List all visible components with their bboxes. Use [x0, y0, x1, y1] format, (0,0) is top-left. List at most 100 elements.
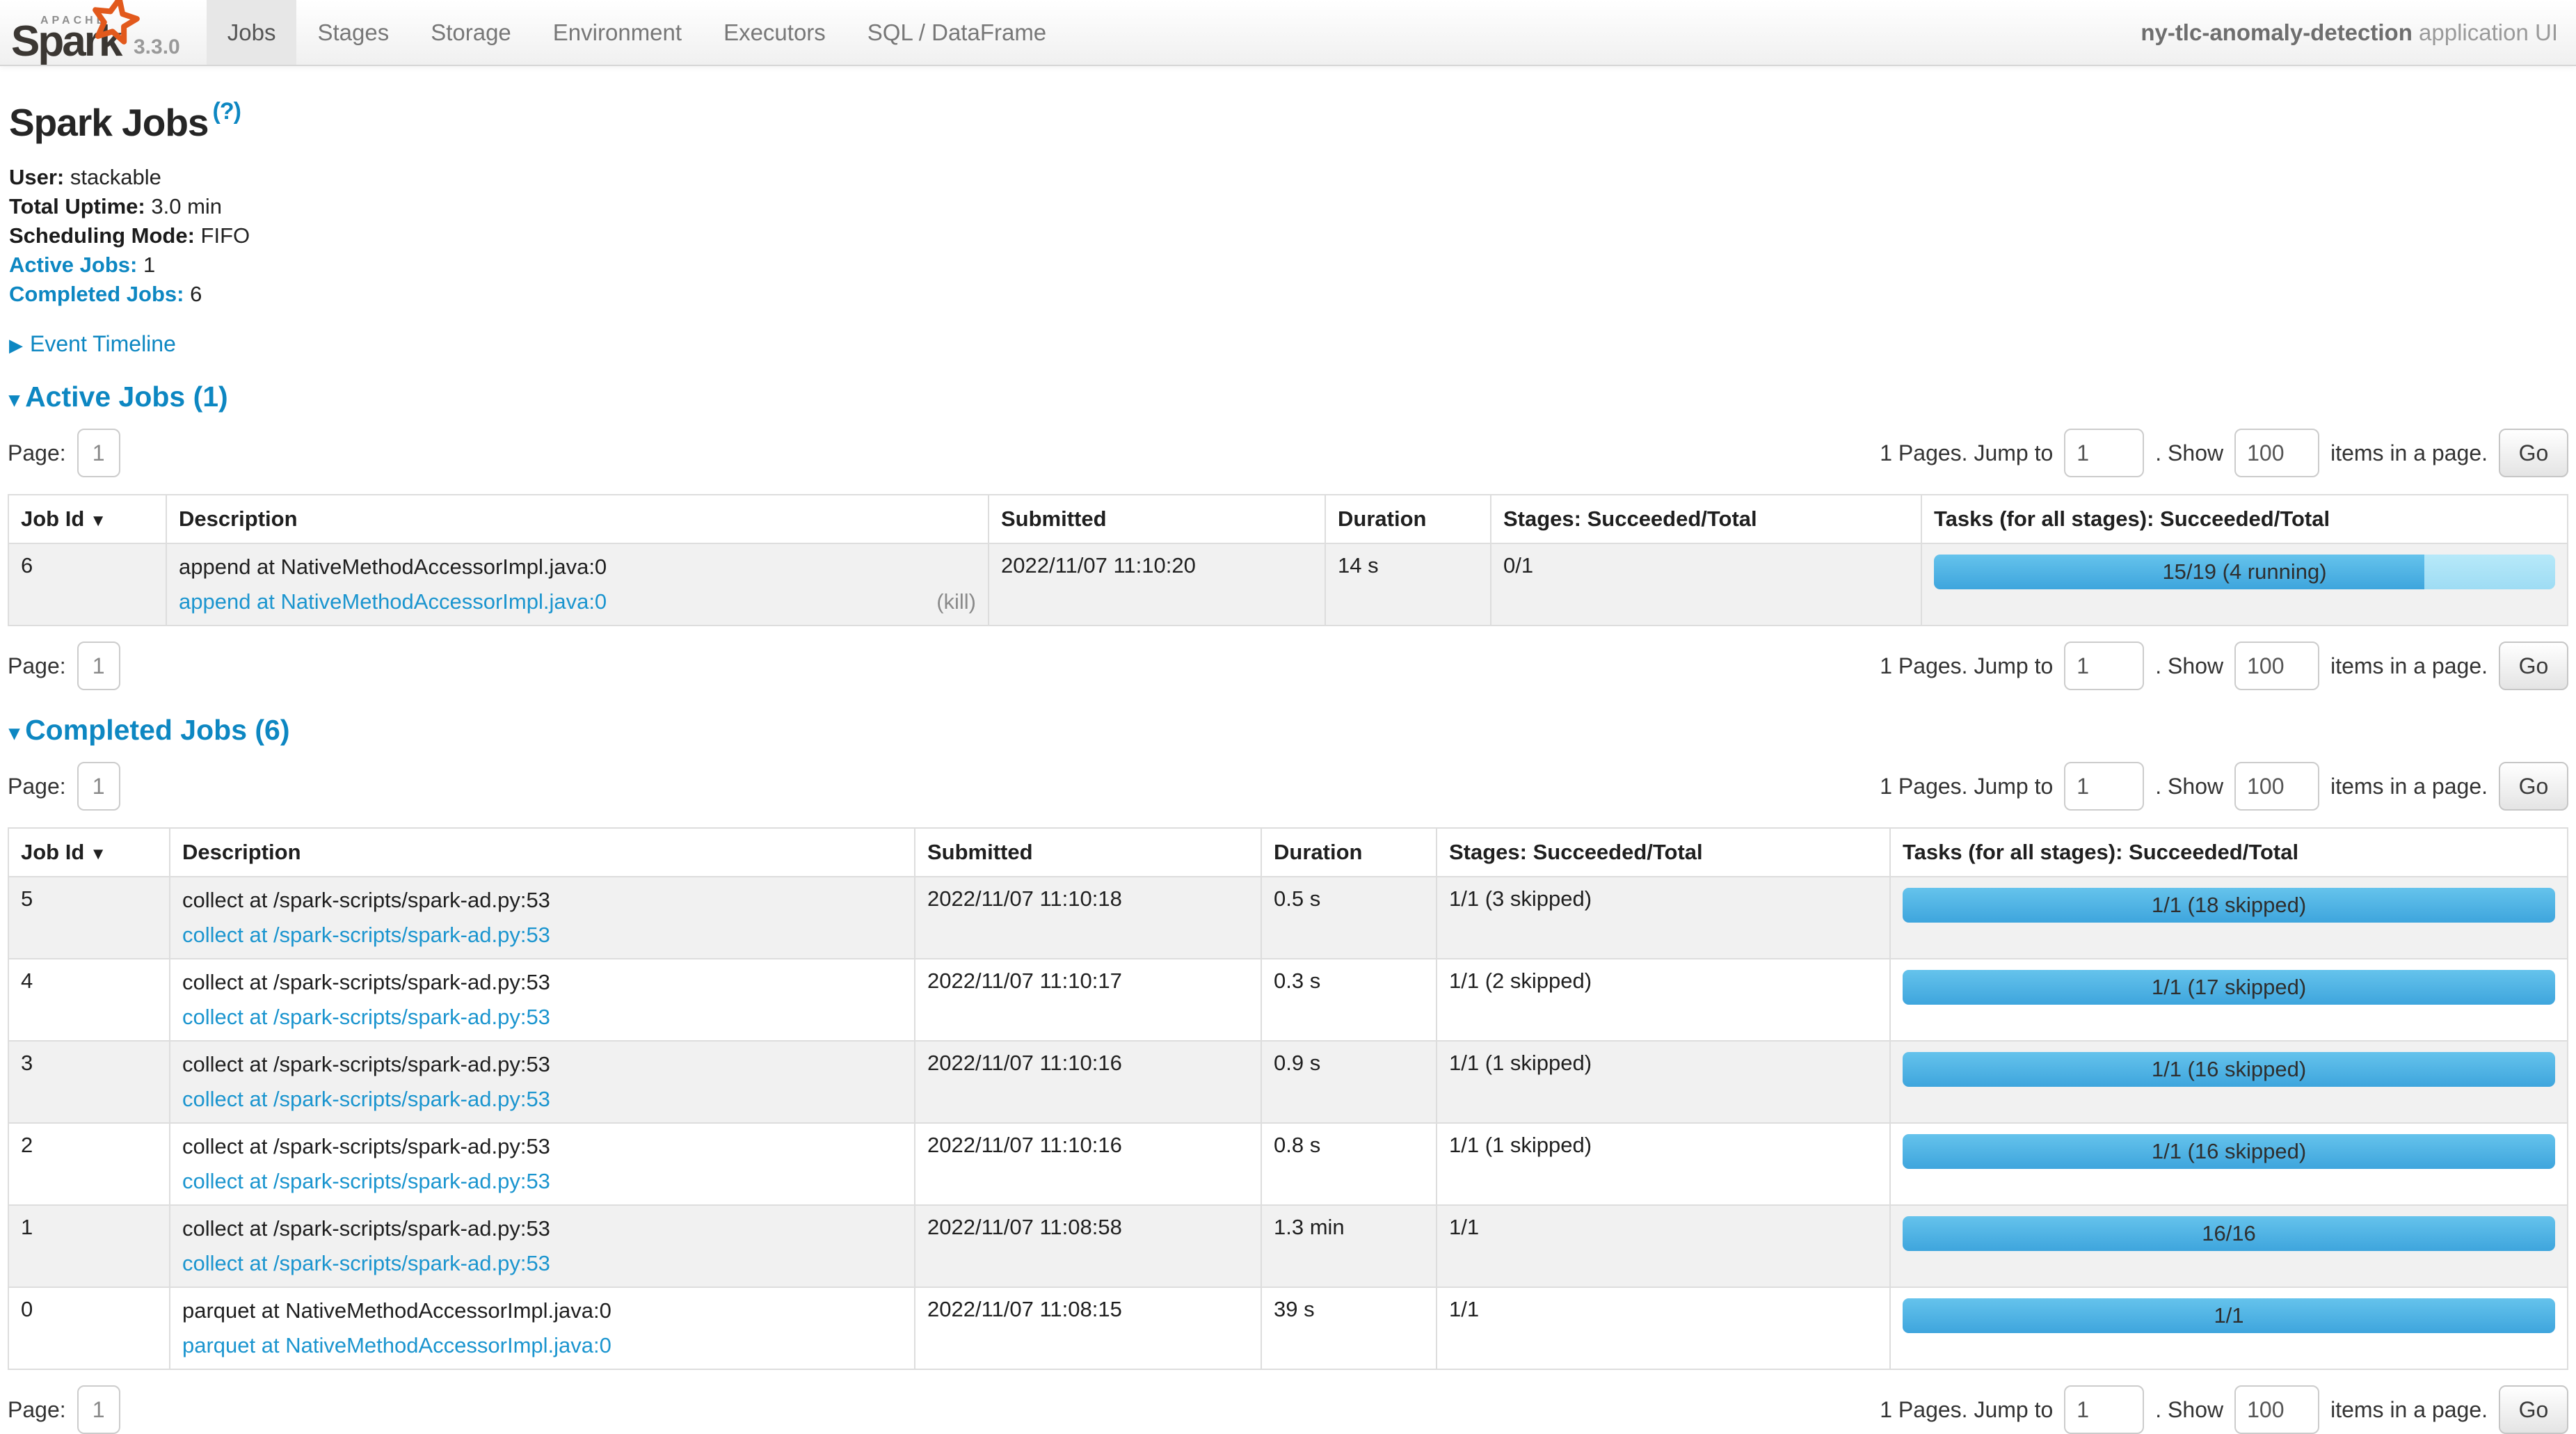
completed-jobs-section-header[interactable]: ▾Completed Jobs (6) — [9, 714, 2568, 747]
job-detail-link[interactable]: collect at /spark-scripts/spark-ad.py:53 — [182, 1005, 550, 1029]
col-job-id[interactable]: Job Id▼ — [8, 828, 170, 877]
progress-label: 15/19 (4 running) — [1934, 555, 2555, 589]
job-detail-link[interactable]: collect at /spark-scripts/spark-ad.py:53 — [182, 1251, 550, 1275]
application-name-suffix: application UI — [2413, 19, 2558, 45]
show-text: . Show — [2155, 440, 2223, 466]
description-cell: collect at /spark-scripts/spark-ad.py:53… — [170, 1123, 915, 1205]
col-stages[interactable]: Stages: Succeeded/Total — [1437, 828, 1890, 877]
nav-tabs: Jobs Stages Storage Environment Executor… — [207, 0, 1067, 65]
col-duration[interactable]: Duration — [1261, 828, 1437, 877]
duration-cell: 39 s — [1261, 1287, 1437, 1369]
page-number-input[interactable] — [77, 1385, 120, 1434]
sort-desc-icon: ▼ — [90, 511, 106, 530]
completed-jobs-table: Job Id▼ Description Submitted Duration S… — [8, 827, 2568, 1370]
summary-active-jobs: Active Jobs: 1 — [9, 250, 2568, 280]
show-text: . Show — [2155, 774, 2223, 799]
jump-to-input[interactable] — [2064, 429, 2144, 477]
duration-cell: 0.8 s — [1261, 1123, 1437, 1205]
pagination-active-top: Page: 1 Pages. Jump to . Show items in a… — [8, 429, 2568, 477]
duration-cell: 0.3 s — [1261, 959, 1437, 1041]
active-jobs-link[interactable]: Active Jobs: — [9, 253, 137, 277]
job-detail-link[interactable]: append at NativeMethodAccessorImpl.java:… — [179, 589, 607, 614]
job-id-cell: 1 — [8, 1205, 170, 1287]
show-items-input[interactable] — [2234, 762, 2319, 811]
page-number-input[interactable] — [77, 762, 120, 811]
spark-version: 3.3.0 — [134, 35, 180, 65]
tab-stages[interactable]: Stages — [296, 0, 410, 65]
job-id-cell: 0 — [8, 1287, 170, 1369]
go-button[interactable]: Go — [2499, 762, 2568, 811]
job-detail-link[interactable]: collect at /spark-scripts/spark-ad.py:53 — [182, 1169, 550, 1193]
items-text: items in a page. — [2330, 774, 2488, 799]
col-tasks[interactable]: Tasks (for all stages): Succeeded/Total — [1921, 495, 2568, 543]
description-cell: append at NativeMethodAccessorImpl.java:… — [166, 543, 989, 626]
col-description[interactable]: Description — [166, 495, 989, 543]
job-id-cell: 4 — [8, 959, 170, 1041]
progress-label: 1/1 — [1903, 1298, 2555, 1333]
navbar: APACHE Spark 3.3.0 Jobs Stages Storage E… — [0, 0, 2576, 66]
jump-to-input[interactable] — [2064, 1385, 2144, 1434]
col-submitted[interactable]: Submitted — [989, 495, 1325, 543]
tab-executors[interactable]: Executors — [703, 0, 847, 65]
page-number-input[interactable] — [77, 642, 120, 690]
active-jobs-section-header[interactable]: ▾Active Jobs (1) — [9, 381, 2568, 413]
tab-jobs[interactable]: Jobs — [207, 0, 297, 65]
jump-to-input[interactable] — [2064, 642, 2144, 690]
col-description[interactable]: Description — [170, 828, 915, 877]
task-progress-bar: 1/1 — [1903, 1298, 2555, 1333]
show-items-input[interactable] — [2234, 1385, 2319, 1434]
task-progress-bar: 1/1 (16 skipped) — [1903, 1052, 2555, 1087]
col-tasks[interactable]: Tasks (for all stages): Succeeded/Total — [1890, 828, 2568, 877]
go-button[interactable]: Go — [2499, 429, 2568, 477]
spark-logo[interactable]: APACHE Spark 3.3.0 — [0, 0, 194, 65]
kill-link[interactable]: (kill) — [936, 588, 976, 616]
pages-jump-text: 1 Pages. Jump to — [1880, 774, 2053, 799]
event-timeline-toggle[interactable]: ▶Event Timeline — [9, 331, 2568, 357]
tab-sql-dataframe[interactable]: SQL / DataFrame — [847, 0, 1067, 65]
col-job-id[interactable]: Job Id▼ — [8, 495, 166, 543]
pages-jump-text: 1 Pages. Jump to — [1880, 440, 2053, 466]
page-label: Page: — [8, 653, 66, 679]
col-duration[interactable]: Duration — [1325, 495, 1491, 543]
stages-cell: 1/1 — [1437, 1205, 1890, 1287]
table-row: 3 collect at /spark-scripts/spark-ad.py:… — [8, 1041, 2568, 1123]
job-detail-link[interactable]: parquet at NativeMethodAccessorImpl.java… — [182, 1333, 611, 1357]
pagination-completed-top: Page: 1 Pages. Jump to . Show items in a… — [8, 762, 2568, 811]
help-link[interactable]: (?) — [213, 98, 241, 125]
sort-desc-icon: ▼ — [90, 845, 106, 863]
job-description: parquet at NativeMethodAccessorImpl.java… — [182, 1297, 902, 1325]
page-number-input[interactable] — [77, 429, 120, 477]
show-items-input[interactable] — [2234, 642, 2319, 690]
progress-label: 1/1 (16 skipped) — [1903, 1052, 2555, 1087]
tasks-cell: 15/19 (4 running) — [1921, 543, 2568, 626]
job-description: collect at /spark-scripts/spark-ad.py:53 — [182, 886, 902, 914]
tab-environment[interactable]: Environment — [532, 0, 703, 65]
description-cell: collect at /spark-scripts/spark-ad.py:53… — [170, 1041, 915, 1123]
progress-label: 16/16 — [1903, 1216, 2555, 1251]
show-items-input[interactable] — [2234, 429, 2319, 477]
progress-label: 1/1 (18 skipped) — [1903, 888, 2555, 923]
task-progress-bar: 1/1 (16 skipped) — [1903, 1134, 2555, 1169]
col-submitted[interactable]: Submitted — [915, 828, 1261, 877]
page-label: Page: — [8, 1397, 66, 1423]
tasks-cell: 1/1 (17 skipped) — [1890, 959, 2568, 1041]
duration-cell: 0.5 s — [1261, 877, 1437, 959]
go-button[interactable]: Go — [2499, 642, 2568, 690]
go-button[interactable]: Go — [2499, 1385, 2568, 1434]
job-detail-link[interactable]: collect at /spark-scripts/spark-ad.py:53 — [182, 923, 550, 947]
summary-completed-jobs: Completed Jobs: 6 — [9, 280, 2568, 309]
table-row: 2 collect at /spark-scripts/spark-ad.py:… — [8, 1123, 2568, 1205]
table-row: 4 collect at /spark-scripts/spark-ad.py:… — [8, 959, 2568, 1041]
expanded-arrow-icon: ▾ — [9, 388, 19, 411]
show-text: . Show — [2155, 653, 2223, 679]
col-stages[interactable]: Stages: Succeeded/Total — [1491, 495, 1921, 543]
job-detail-link[interactable]: collect at /spark-scripts/spark-ad.py:53 — [182, 1087, 550, 1111]
jump-to-input[interactable] — [2064, 762, 2144, 811]
description-cell: collect at /spark-scripts/spark-ad.py:53… — [170, 959, 915, 1041]
completed-jobs-link[interactable]: Completed Jobs: — [9, 282, 184, 306]
job-id-cell: 6 — [8, 543, 166, 626]
tab-storage[interactable]: Storage — [410, 0, 532, 65]
stages-cell: 1/1 — [1437, 1287, 1890, 1369]
progress-label: 1/1 (16 skipped) — [1903, 1134, 2555, 1169]
page-label: Page: — [8, 440, 66, 466]
